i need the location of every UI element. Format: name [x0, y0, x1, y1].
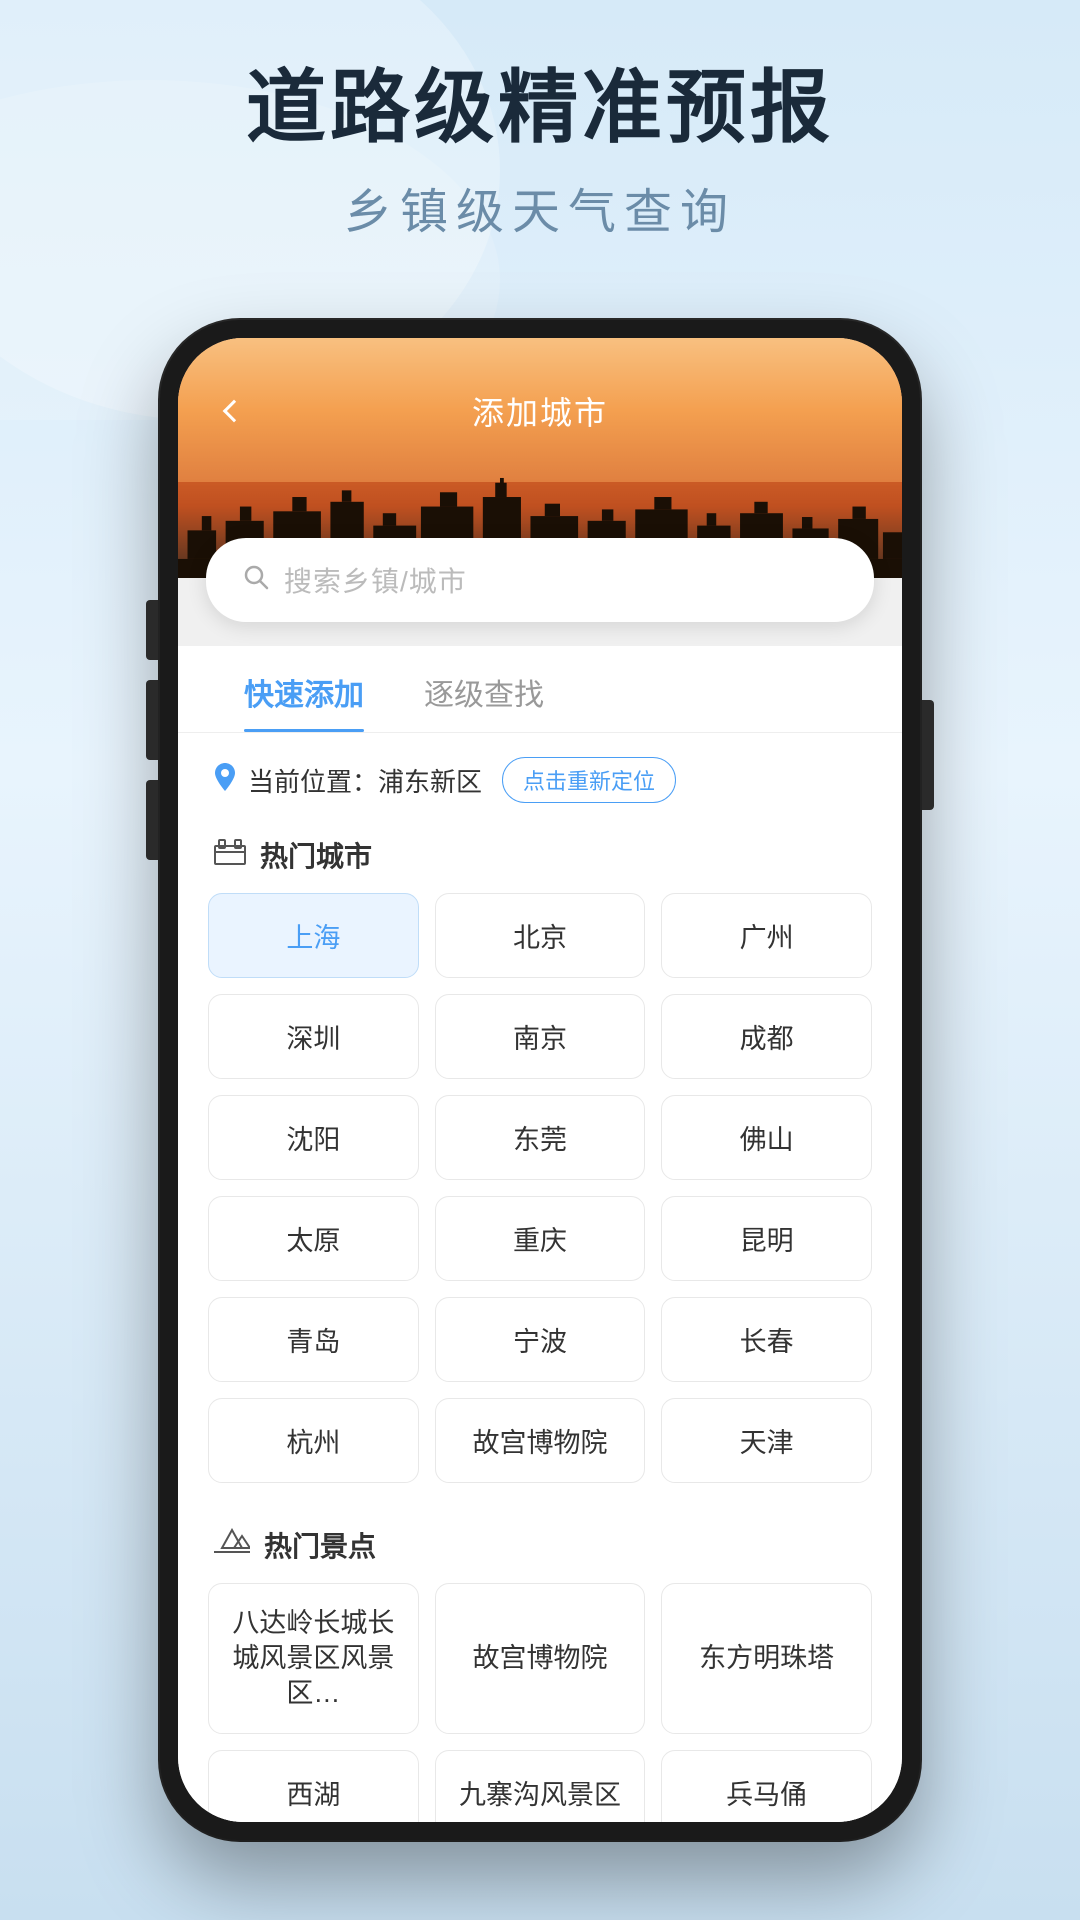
tab-browse[interactable]: 逐级查找: [394, 646, 574, 732]
search-bar[interactable]: 搜索乡镇/城市: [206, 538, 874, 622]
relocate-button[interactable]: 点击重新定位: [502, 757, 676, 803]
city-btn-changchun[interactable]: 长春: [661, 1297, 872, 1382]
city-btn-kunming[interactable]: 昆明: [661, 1196, 872, 1281]
location-bar: 当前位置：浦东新区 点击重新定位: [178, 733, 902, 819]
tab-bar: 快速添加 逐级查找: [178, 646, 902, 733]
phone-screen: 添加城市 搜索乡镇/城市: [178, 338, 902, 1822]
city-btn-shanghai[interactable]: 上海: [208, 893, 419, 978]
promo-text-area: 道路级精准预报 乡镇级天气查询: [0, 60, 1080, 242]
hot-cities-icon: [214, 837, 246, 874]
hot-scenic-label: 热门景点: [264, 1525, 376, 1565]
location-text: 当前位置：浦东新区: [248, 762, 482, 799]
location-icon: [214, 763, 236, 798]
hot-scenic-header: 热门景点: [178, 1509, 902, 1583]
city-btn-shenzhen[interactable]: 深圳: [208, 994, 419, 1079]
city-btn-hangzhou[interactable]: 杭州: [208, 1398, 419, 1483]
power-button: [922, 700, 934, 810]
scenic-btn-badaling[interactable]: 八达岭长城长城风景区风景区…: [208, 1583, 419, 1734]
city-btn-chengdu[interactable]: 成都: [661, 994, 872, 1079]
scenic-btn-dongfang[interactable]: 东方明珠塔: [661, 1583, 872, 1734]
scenic-btn-jiuzhaigou[interactable]: 九寨沟风景区: [435, 1750, 646, 1822]
tab-quick-add[interactable]: 快速添加: [214, 646, 394, 732]
hot-scenic-icon: [214, 1527, 250, 1564]
city-btn-beijing[interactable]: 北京: [435, 893, 646, 978]
scenic-btn-bingmayong[interactable]: 兵马俑: [661, 1750, 872, 1822]
city-btn-chongqing[interactable]: 重庆: [435, 1196, 646, 1281]
city-btn-tianjin[interactable]: 天津: [661, 1398, 872, 1483]
scenic-btn-gugong[interactable]: 故宫博物院: [435, 1583, 646, 1734]
scenic-btn-xihu[interactable]: 西湖: [208, 1750, 419, 1822]
scenic-grid: 八达岭长城长城风景区风景区… 故宫博物院 东方明珠塔 西湖 九寨沟风景区: [178, 1583, 902, 1822]
search-icon: [242, 563, 270, 598]
city-btn-nanjing[interactable]: 南京: [435, 994, 646, 1079]
city-btn-shenyang[interactable]: 沈阳: [208, 1095, 419, 1180]
city-btn-guangzhou[interactable]: 广州: [661, 893, 872, 978]
header-nav: 添加城市: [178, 388, 902, 434]
promo-title: 道路级精准预报: [0, 60, 1080, 156]
city-btn-dongguan[interactable]: 东莞: [435, 1095, 646, 1180]
city-btn-taiyuan[interactable]: 太原: [208, 1196, 419, 1281]
search-placeholder-text: 搜索乡镇/城市: [284, 560, 467, 600]
promo-subtitle: 乡镇级天气查询: [0, 172, 1080, 242]
volume-up-button: [146, 680, 158, 760]
header-title: 添加城市: [472, 388, 608, 434]
volume-down-button: [146, 780, 158, 860]
back-button[interactable]: [214, 391, 254, 431]
city-btn-foshan[interactable]: 佛山: [661, 1095, 872, 1180]
phone-shell: 添加城市 搜索乡镇/城市: [160, 320, 920, 1840]
back-chevron-icon: [223, 400, 246, 423]
city-btn-gugong[interactable]: 故宫博物院: [435, 1398, 646, 1483]
app-content: 快速添加 逐级查找 当前位置：浦东新区 点击重新定位: [178, 646, 902, 1822]
hot-cities-label: 热门城市: [260, 835, 372, 875]
city-grid: 上海 北京 广州 深圳 南京 成都: [178, 893, 902, 1493]
city-btn-qingdao[interactable]: 青岛: [208, 1297, 419, 1382]
phone-mockup: 添加城市 搜索乡镇/城市: [160, 320, 920, 1840]
city-btn-ningbo[interactable]: 宁波: [435, 1297, 646, 1382]
search-input-wrap[interactable]: 搜索乡镇/城市: [206, 538, 874, 622]
hot-cities-header: 热门城市: [178, 819, 902, 893]
